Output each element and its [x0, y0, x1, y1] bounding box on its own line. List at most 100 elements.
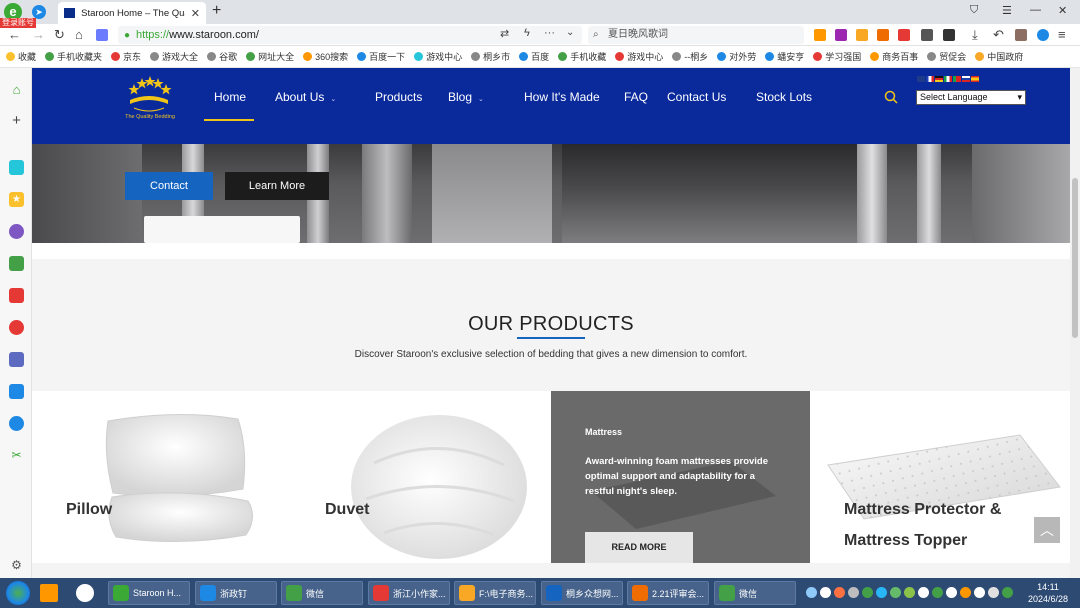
page-scrollbar[interactable]: [1070, 68, 1080, 578]
lightning-icon[interactable]: ϟ: [524, 27, 530, 39]
tray-icon[interactable]: [1002, 587, 1013, 598]
sidebar-star-icon[interactable]: ★: [9, 192, 24, 207]
minimize-icon[interactable]: —: [1030, 4, 1041, 16]
puzzle-icon[interactable]: [943, 29, 955, 41]
bookmark-item[interactable]: 游戏大全: [150, 50, 198, 63]
tray-icon[interactable]: [960, 587, 971, 598]
new-tab-icon[interactable]: +: [212, 2, 221, 20]
game-icon[interactable]: [877, 29, 889, 41]
dropdown-icon[interactable]: ⌄: [566, 27, 574, 38]
taskbar-item[interactable]: F:\电子商务...: [454, 581, 536, 605]
system-clock[interactable]: 14:11 2024/6/28: [1020, 581, 1076, 605]
bookmark-item[interactable]: 京东: [111, 50, 141, 63]
taskbar-pin2-icon[interactable]: [76, 584, 94, 602]
nav-item-stock-lots[interactable]: Stock Lots: [756, 90, 812, 104]
sidebar-scissors-icon[interactable]: ✂: [9, 448, 24, 463]
bookmark-item[interactable]: --桐乡: [672, 50, 708, 63]
nav-item-home[interactable]: Home: [214, 90, 246, 104]
tray-icon[interactable]: [848, 587, 859, 598]
nav-item-products[interactable]: Products: [375, 90, 422, 104]
sidebar-doc-icon[interactable]: [9, 384, 24, 399]
more-icon[interactable]: ···: [544, 27, 555, 39]
undo-icon[interactable]: ↶: [993, 27, 1004, 43]
bookmark-item[interactable]: 手机收藏夹: [45, 50, 102, 63]
taskbar-item[interactable]: 微信: [714, 581, 796, 605]
screenshot-icon[interactable]: [921, 29, 933, 41]
sidebar-add-icon[interactable]: +: [9, 113, 24, 128]
tray-icon[interactable]: [918, 587, 929, 598]
read-more-button[interactable]: READ MORE: [585, 532, 693, 563]
language-select[interactable]: Select Language ▾: [916, 90, 1026, 105]
flag-it-icon[interactable]: [944, 76, 952, 82]
login-badge[interactable]: 登录账号: [0, 18, 36, 28]
tray-icon[interactable]: [834, 587, 845, 598]
bookmark-item[interactable]: 网址大全: [246, 50, 294, 63]
flag-ru-icon[interactable]: [962, 76, 970, 82]
extension-icon[interactable]: [96, 29, 108, 41]
tray-icon[interactable]: [932, 587, 943, 598]
briefcase-icon[interactable]: [1015, 29, 1027, 41]
nav-item-faq[interactable]: FAQ: [624, 90, 648, 104]
nav-item-about-us[interactable]: About Us ⌄: [275, 90, 336, 104]
tray-icon[interactable]: [820, 587, 831, 598]
staroon-logo[interactable]: The Quality Bedding: [124, 74, 175, 122]
plugin-icon[interactable]: [835, 29, 847, 41]
flag-uk-icon[interactable]: [917, 76, 925, 82]
start-button-icon[interactable]: [6, 581, 30, 605]
flag-pt-icon[interactable]: [953, 76, 961, 82]
bookmark-item[interactable]: 蟠安亨: [765, 50, 804, 63]
translate-icon[interactable]: ⇄: [500, 27, 509, 40]
shirt-icon[interactable]: ⛉: [970, 4, 978, 17]
sidebar-video-icon[interactable]: [9, 320, 24, 335]
back-icon[interactable]: ←: [8, 27, 21, 42]
taskbar-item[interactable]: 浙江小作家...: [368, 581, 450, 605]
tray-icon[interactable]: [806, 587, 817, 598]
bookmark-item[interactable]: 手机收藏: [558, 50, 606, 63]
tray-icon[interactable]: [862, 587, 873, 598]
tray-icon[interactable]: [974, 587, 985, 598]
scrollbar-thumb[interactable]: [1072, 178, 1078, 338]
taskbar-pin1-icon[interactable]: [40, 584, 58, 602]
bookmark-item[interactable]: 中国政府: [975, 50, 1023, 63]
sidebar-app4-icon[interactable]: [9, 352, 24, 367]
taskbar-item[interactable]: 2.21评审会...: [627, 581, 709, 605]
flag-de-icon[interactable]: [935, 76, 943, 82]
bookmark-item[interactable]: 贸促会: [927, 50, 966, 63]
close-tab-icon[interactable]: ✕: [191, 7, 200, 20]
learn-more-button[interactable]: Learn More: [225, 172, 329, 200]
product-card-pillow[interactable]: Pillow: [32, 391, 292, 563]
sidebar-app2-icon[interactable]: [9, 224, 24, 239]
menu-icon[interactable]: ☰: [1002, 4, 1012, 17]
bookmark-item[interactable]: 360搜索: [303, 50, 348, 63]
site-search-icon[interactable]: [884, 90, 898, 104]
sidebar-translate-icon[interactable]: [9, 416, 24, 431]
tray-icon[interactable]: [988, 587, 999, 598]
bookmark-item[interactable]: 游戏中心: [414, 50, 462, 63]
account-icon[interactable]: [1037, 29, 1049, 41]
nav-item-blog[interactable]: Blog ⌄: [448, 90, 484, 104]
telegram-icon[interactable]: ➤: [32, 5, 46, 19]
reload-icon[interactable]: ↻: [54, 27, 65, 43]
nav-item-how-it-s-made[interactable]: How It's Made: [524, 90, 600, 104]
tray-icon[interactable]: [876, 587, 887, 598]
back-to-top-button[interactable]: ︿: [1034, 517, 1060, 543]
taskbar-item[interactable]: 微信: [281, 581, 363, 605]
product-card-duvet[interactable]: Duvet: [292, 391, 551, 563]
tray-icon[interactable]: [946, 587, 957, 598]
forward-icon[interactable]: →: [32, 27, 45, 42]
sidebar-app3-icon[interactable]: [9, 288, 24, 303]
bookmark-item[interactable]: 百度一下: [357, 50, 405, 63]
url-bar[interactable]: ● https://www.staroon.com/: [118, 26, 582, 44]
bookmark-item[interactable]: 收藏: [6, 50, 36, 63]
browser-search-box[interactable]: ⌕ 夏日晚风歌词: [588, 26, 804, 44]
flag-fr-icon[interactable]: [926, 76, 934, 82]
bookmark-item[interactable]: 学习强国: [813, 50, 861, 63]
taskbar-item[interactable]: 桐乡众想网...: [541, 581, 623, 605]
shield-icon[interactable]: [856, 29, 868, 41]
bookmark-item[interactable]: 游戏中心: [615, 50, 663, 63]
mail-icon[interactable]: [898, 29, 910, 41]
browser-tab-active[interactable]: Staroon Home – The Quality ✕: [58, 2, 206, 24]
bookmark-item[interactable]: 桐乡市: [471, 50, 510, 63]
tray-icon[interactable]: [904, 587, 915, 598]
sidebar-app1-icon[interactable]: [9, 160, 24, 175]
